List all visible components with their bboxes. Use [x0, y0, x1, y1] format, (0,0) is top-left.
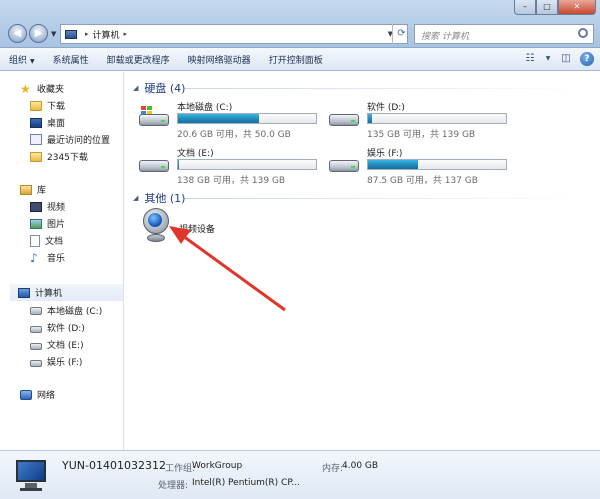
- nav-2345-downloads[interactable]: 2345下载: [30, 148, 88, 165]
- computer-monitor-icon: [12, 458, 52, 492]
- workgroup-value: WorkGroup: [192, 461, 243, 471]
- pictures-library-icon: [30, 218, 42, 229]
- breadcrumb-separator-trailing[interactable]: ▸: [124, 30, 128, 38]
- nav-label: 娱乐 (F:): [47, 358, 83, 368]
- content-pane: ◢ 硬盘 (4) 本地磁盘 (C:) 20.6 GB 可用，共 50.0 GB …: [125, 72, 600, 450]
- memory-value: 4.00 GB: [342, 461, 379, 471]
- nav-label: 计算机: [35, 289, 63, 299]
- nav-videos[interactable]: 视频: [30, 198, 65, 215]
- nav-label: 文档 (E:): [47, 341, 84, 351]
- nav-label: 音乐: [47, 254, 66, 264]
- minimize-button[interactable]: –: [514, 0, 536, 15]
- nav-computer[interactable]: 计算机: [10, 284, 123, 301]
- organize-button[interactable]: 组织 ▼: [0, 53, 44, 66]
- refresh-icon[interactable]: ⟳: [392, 24, 410, 44]
- processor-value: Intel(R) Pentium(R) CP...: [192, 478, 300, 488]
- forward-button[interactable]: ▶: [29, 24, 48, 43]
- music-note-icon: ♪: [30, 250, 38, 265]
- breadcrumb-separator[interactable]: ▸: [85, 30, 89, 38]
- system-properties-button[interactable]: 系统属性: [44, 53, 98, 66]
- chevron-down-icon: ▼: [30, 57, 35, 65]
- nav-libraries[interactable]: 库: [20, 181, 46, 198]
- nav-favorites[interactable]: ★ 收藏夹: [20, 80, 64, 97]
- nav-label: 软件 (D:): [47, 324, 85, 334]
- computer-icon: [65, 29, 77, 39]
- command-bar: 组织 ▼ 系统属性 卸载或更改程序 映射网络驱动器 打开控制面板 ☷ ▼ ◫ ?: [0, 48, 600, 71]
- computer-name: YUN-01401032312: [62, 459, 166, 472]
- view-dropdown-icon[interactable]: ▼: [544, 51, 552, 67]
- hard-drive-icon: [30, 325, 42, 333]
- network-icon: [20, 389, 32, 400]
- nav-documents[interactable]: 文档: [30, 232, 63, 249]
- preview-pane-icon[interactable]: ◫: [558, 51, 574, 67]
- nav-music[interactable]: ♪ 音乐: [30, 249, 65, 266]
- search-placeholder: 搜索 计算机: [421, 32, 469, 42]
- arrow-head: [169, 226, 191, 244]
- map-network-drive-button[interactable]: 映射网络驱动器: [179, 53, 260, 66]
- back-button[interactable]: ◀: [8, 24, 27, 43]
- nav-label: 网络: [37, 391, 56, 401]
- arrow-shaft: [182, 234, 286, 312]
- breadcrumb-computer[interactable]: 计算机: [93, 28, 120, 41]
- library-icon: [20, 184, 32, 195]
- window-chrome: – □ ✕ ◀ ▶ ▼ ▸ 计算机 ▸ ▼ ⟳ 搜索 计算机: [0, 0, 600, 48]
- workgroup-label: 工作组:: [165, 464, 196, 474]
- recent-places-icon: [30, 134, 42, 145]
- hard-drive-icon: [30, 342, 42, 350]
- nav-drive-d[interactable]: 软件 (D:): [30, 319, 85, 336]
- annotation-arrow: [169, 226, 286, 312]
- processor-label: 处理器:: [158, 481, 189, 491]
- memory-label: 内存:: [322, 464, 344, 474]
- nav-drive-c[interactable]: 本地磁盘 (C:): [30, 302, 102, 319]
- open-control-panel-button[interactable]: 打开控制面板: [260, 53, 332, 66]
- nav-label: 库: [37, 186, 47, 196]
- maximize-button[interactable]: □: [536, 0, 558, 15]
- window-controls: – □ ✕: [514, 0, 596, 15]
- navigation-pane: ★ 收藏夹 下载 桌面 最近访问的位置 2345下载 库 视频 图片 文档 ♪ 音乐…: [0, 72, 124, 450]
- nav-recent-places[interactable]: 最近访问的位置: [30, 131, 110, 148]
- video-library-icon: [30, 201, 42, 212]
- close-button[interactable]: ✕: [558, 0, 596, 15]
- nav-network[interactable]: 网络: [20, 386, 55, 403]
- nav-drive-f[interactable]: 娱乐 (F:): [30, 353, 82, 370]
- help-icon[interactable]: ?: [580, 52, 594, 66]
- nav-label: 收藏夹: [37, 85, 65, 95]
- nav-desktop[interactable]: 桌面: [30, 114, 65, 131]
- nav-label: 2345下载: [47, 153, 88, 163]
- folder-icon: [30, 151, 42, 162]
- organize-label: 组织: [9, 55, 28, 66]
- history-dropdown-icon[interactable]: ▼: [51, 30, 56, 38]
- documents-library-icon: [30, 234, 40, 247]
- nav-label: 下载: [47, 102, 66, 112]
- search-input[interactable]: 搜索 计算机: [414, 24, 594, 44]
- nav-label: 最近访问的位置: [47, 136, 111, 146]
- nav-downloads[interactable]: 下载: [30, 97, 65, 114]
- star-icon: ★: [20, 81, 31, 96]
- nav-label: 本地磁盘 (C:): [47, 307, 103, 317]
- desktop-icon: [30, 117, 42, 128]
- search-icon[interactable]: [578, 28, 588, 38]
- details-pane: YUN-01401032312 工作组: WorkGroup 内存: 4.00 …: [0, 450, 600, 499]
- nav-label: 桌面: [47, 119, 66, 129]
- nav-pictures[interactable]: 图片: [30, 215, 65, 232]
- nav-label: 图片: [47, 220, 66, 230]
- view-options-icon[interactable]: ☷: [522, 51, 538, 67]
- nav-label: 文档: [45, 237, 64, 247]
- nav-label: 视频: [47, 203, 66, 213]
- nav-drive-e[interactable]: 文档 (E:): [30, 336, 84, 353]
- uninstall-program-button[interactable]: 卸载或更改程序: [98, 53, 179, 66]
- computer-icon: [18, 287, 30, 298]
- downloads-folder-icon: [30, 100, 42, 111]
- hard-drive-icon: [30, 359, 42, 367]
- address-bar[interactable]: ▸ 计算机 ▸ ▼: [60, 24, 408, 44]
- system-drive-icon: [30, 306, 42, 315]
